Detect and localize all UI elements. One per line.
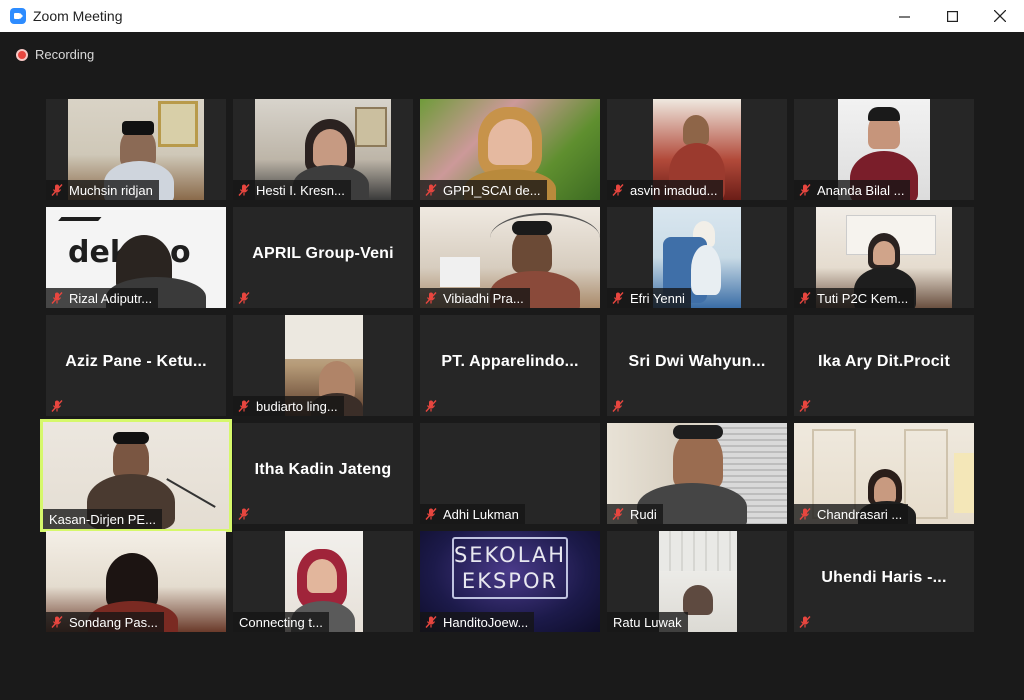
participant-tile[interactable]: Uhendi Haris -... (794, 531, 974, 632)
participant-tile[interactable]: Sondang Pas... (46, 531, 226, 632)
mic-muted-icon (799, 292, 811, 304)
participant-display-name: Uhendi Haris -... (821, 569, 947, 586)
window-controls (880, 0, 1024, 32)
participant-name-label: Tuti P2C Kem... (794, 288, 915, 308)
mic-muted-icon (51, 400, 63, 412)
mic-muted-icon (425, 616, 437, 628)
participant-name-label: Vibiadhi Pra... (420, 288, 530, 308)
minimize-icon (898, 15, 910, 18)
participant-name-label: Chandrasari ... (794, 504, 909, 524)
participant-tile[interactable]: Connecting t... (233, 531, 413, 632)
participant-tile[interactable]: budiarto ling... (233, 315, 413, 416)
mic-muted-icon (612, 292, 624, 304)
participant-mute-status (46, 396, 70, 416)
participant-mute-status (233, 288, 257, 308)
recording-indicator[interactable]: Recording (16, 47, 94, 62)
participant-tile[interactable]: Chandrasari ... (794, 423, 974, 524)
participant-mute-status (420, 396, 444, 416)
participant-name-label: Hesti I. Kresn... (233, 180, 351, 200)
participant-name-label: Efri Yenni (607, 288, 691, 308)
close-button[interactable] (976, 0, 1024, 32)
participant-tile[interactable]: Sri Dwi Wahyun... (607, 315, 787, 416)
title-bar: Zoom Meeting (0, 0, 1024, 32)
mic-muted-icon (799, 616, 811, 628)
participant-display-name: Itha Kadin Jateng (254, 461, 392, 478)
maximize-button[interactable] (928, 0, 976, 32)
participant-tile[interactable]: Rudi (607, 423, 787, 524)
mic-muted-icon (238, 400, 250, 412)
zoom-app-icon (10, 8, 26, 24)
mic-muted-icon (425, 184, 437, 196)
participant-tile[interactable]: Muchsin ridjan (46, 99, 226, 200)
mic-muted-icon (612, 184, 624, 196)
participant-name-label: Muchsin ridjan (46, 180, 159, 200)
participant-tile[interactable]: Ananda Bilal ... (794, 99, 974, 200)
participant-display-name: Ika Ary Dit.Procit (818, 353, 950, 370)
participant-mute-status (233, 504, 257, 524)
participant-mute-status (607, 396, 631, 416)
participant-tile[interactable]: Itha Kadin Jateng (233, 423, 413, 524)
screen-share-subtitle: EKSPOR (461, 569, 559, 593)
participant-tile[interactable]: SEKOLAH EKSPOR HanditoJoew... (420, 531, 600, 632)
participant-name-label: GPPI_SCAI de... (420, 180, 547, 200)
participant-tile[interactable]: dek o Rizal Adiputr... (46, 207, 226, 308)
participant-tile[interactable]: APRIL Group-Veni (233, 207, 413, 308)
mic-muted-icon (238, 508, 250, 520)
participant-name-label: asvin imadud... (607, 180, 724, 200)
recording-label: Recording (35, 47, 95, 62)
minimize-button[interactable] (880, 0, 928, 32)
participant-tile[interactable]: Vibiadhi Pra... (420, 207, 600, 308)
participant-name-label: Adhi Lukman (420, 504, 525, 524)
mic-muted-icon (425, 400, 437, 412)
mic-muted-icon (799, 400, 811, 412)
mic-muted-icon (51, 616, 63, 628)
mic-muted-icon (799, 508, 811, 520)
participant-tile[interactable]: GPPI_SCAI de... (420, 99, 600, 200)
participant-name-label: HanditoJoew... (420, 612, 535, 632)
participant-display-name: APRIL Group-Veni (252, 245, 394, 262)
participant-tile[interactable]: Tuti P2C Kem... (794, 207, 974, 308)
participant-name-label: Connecting t... (233, 612, 329, 632)
maximize-icon (946, 10, 958, 22)
mic-muted-icon (51, 292, 63, 304)
recording-dot-icon (16, 48, 28, 61)
mic-muted-icon (799, 184, 811, 196)
participant-mute-status (794, 396, 818, 416)
participant-tile[interactable]: PT. Apparelindo... (420, 315, 600, 416)
participant-tile-active-speaker[interactable]: Kasan-Dirjen PE... (40, 419, 232, 532)
screen-share-title: SEKOLAH (453, 543, 567, 567)
mic-muted-icon (238, 184, 250, 196)
mic-muted-icon (51, 184, 63, 196)
meeting-gallery-view: Recording Muchsin ridjan Hesti I. Kresn.… (0, 32, 1024, 700)
participant-tile[interactable]: Adhi Lukman (420, 423, 600, 524)
mic-muted-icon (612, 400, 624, 412)
participant-tile[interactable]: Aziz Pane - Ketu... (46, 315, 226, 416)
participant-mute-status (794, 612, 818, 632)
participant-name-label: Rizal Adiputr... (46, 288, 159, 308)
participant-display-name: Sri Dwi Wahyun... (628, 353, 766, 370)
mic-muted-icon (612, 508, 624, 520)
close-icon (994, 10, 1006, 22)
participant-tile[interactable]: Efri Yenni (607, 207, 787, 308)
participant-name-label: budiarto ling... (233, 396, 344, 416)
participant-display-name: Aziz Pane - Ketu... (65, 353, 207, 370)
participant-name-label: Ananda Bilal ... (794, 180, 911, 200)
mic-muted-icon (425, 292, 437, 304)
mic-muted-icon (425, 508, 437, 520)
participant-tile[interactable]: Ratu Luwak (607, 531, 787, 632)
mic-muted-icon (238, 292, 250, 304)
participant-display-name: PT. Apparelindo... (441, 353, 579, 370)
participant-name-label: Kasan-Dirjen PE... (43, 509, 162, 529)
participant-name-label: Rudi (607, 504, 663, 524)
participant-name-label: Sondang Pas... (46, 612, 164, 632)
participant-name-label: Ratu Luwak (607, 612, 688, 632)
participant-tile[interactable]: asvin imadud... (607, 99, 787, 200)
window-title: Zoom Meeting (33, 8, 123, 24)
participant-tile[interactable]: Hesti I. Kresn... (233, 99, 413, 200)
participant-tile[interactable]: Ika Ary Dit.Procit (794, 315, 974, 416)
